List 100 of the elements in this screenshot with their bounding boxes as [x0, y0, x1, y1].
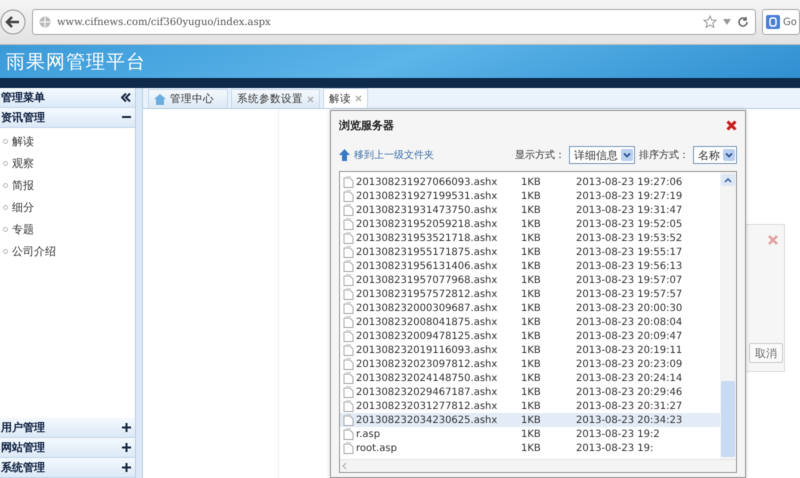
bullet-icon	[3, 182, 8, 188]
section-header[interactable]: 网站管理	[0, 438, 135, 458]
file-row[interactable]: 201308231931473750.ashx 1KB 2013-08-23 19:31:47	[340, 203, 720, 217]
scrollbar-thumb[interactable]	[721, 381, 735, 457]
dropdown-icon[interactable]	[723, 149, 735, 161]
file-date: 2013-08-23 20:29:46	[576, 386, 682, 398]
file-size: 1KB	[521, 386, 542, 398]
file-row[interactable]: 201308231927199531.ashx 1KB 2013-08-23 19:27:19	[340, 189, 720, 203]
tab[interactable]: 解读	[323, 88, 368, 108]
file-size: 1KB	[521, 316, 542, 328]
plus-icon[interactable]	[122, 463, 131, 472]
file-size: 1KB	[521, 190, 542, 202]
file-size: 1KB	[521, 288, 542, 300]
section-header[interactable]: 用户管理	[0, 418, 135, 438]
file-row[interactable]: 201308232019116093.ashx 1KB 2013-08-23 20:19:11	[340, 343, 720, 357]
search-field[interactable]: Go	[762, 9, 800, 35]
file-name: 201308231927199531.ashx	[356, 190, 498, 202]
file-icon	[343, 246, 354, 258]
file-row[interactable]: 201308231927066093.ashx 1KB 2013-08-23 19:27:06	[340, 175, 720, 189]
file-name: 201308232023097812.ashx	[356, 358, 498, 370]
dialog-title: 浏览服务器	[339, 118, 394, 132]
file-row[interactable]: 201308231952059218.ashx 1KB 2013-08-23 19:52:05	[340, 217, 720, 231]
file-size: 1KB	[521, 400, 542, 412]
file-row[interactable]: 201308232034230625.ashx 1KB 2013-08-23 20:34:23	[340, 413, 720, 427]
file-row[interactable]: 201308232023097812.ashx 1KB 2013-08-23 20:23:09	[340, 357, 720, 371]
file-row[interactable]: 201308231957572812.ashx 1KB 2013-08-23 19:57:57	[340, 287, 720, 301]
caret-icon[interactable]	[723, 19, 731, 25]
sort-dropdown[interactable]: 名称	[693, 146, 737, 164]
file-row[interactable]: 201308231953521718.ashx 1KB 2013-08-23 19:53:52	[340, 231, 720, 245]
file-icon	[343, 288, 354, 300]
view-dropdown[interactable]: 详细信息	[569, 146, 635, 164]
view-label: 显示方式：	[515, 148, 565, 162]
file-date: 2013-08-23 19:27:19	[576, 190, 682, 202]
dropdown-icon[interactable]	[621, 149, 633, 161]
back-icon[interactable]	[0, 9, 26, 35]
collapse-icon[interactable]	[121, 93, 131, 102]
file-size: 1KB	[521, 260, 542, 272]
file-date: 2013-08-23 20:24:14	[576, 372, 682, 384]
scroll-up-icon[interactable]	[721, 174, 735, 186]
file-size: 1KB	[521, 330, 542, 342]
file-name: 201308232024148750.ashx	[356, 372, 498, 384]
menu-item[interactable]: 公司介绍	[0, 240, 135, 262]
file-size: 1KB	[521, 372, 542, 384]
refresh-icon[interactable]	[737, 16, 749, 28]
file-row[interactable]: 201308232031277812.ashx 1KB 2013-08-23 20:31:27	[340, 399, 720, 413]
file-row[interactable]: 201308231955171875.ashx 1KB 2013-08-23 19:55:17	[340, 245, 720, 259]
file-icon	[343, 232, 354, 244]
file-date: 2013-08-23 20:23:09	[576, 358, 682, 370]
file-date: 2013-08-23 19:56:13	[576, 260, 682, 272]
menu-item[interactable]: 专题	[0, 218, 135, 240]
file-row[interactable]: 201308232029467187.ashx 1KB 2013-08-23 20:29:46	[340, 385, 720, 399]
menu-item[interactable]: 观察	[0, 152, 135, 174]
file-row[interactable]: 201308231957077968.ashx 1KB 2013-08-23 19:57:07	[340, 273, 720, 287]
tab[interactable]: 管理中心	[148, 89, 228, 108]
file-date: 2013-08-23 19:	[576, 442, 654, 454]
house-icon	[154, 94, 166, 104]
file-row[interactable]: 201308232008041875.ashx 1KB 2013-08-23 20:08:04	[340, 315, 720, 329]
file-row[interactable]: 201308232000309687.ashx 1KB 2013-08-23 20:00:30	[340, 301, 720, 315]
file-size: 1KB	[521, 442, 542, 454]
cancel-button[interactable]: 取消	[749, 343, 783, 363]
close-icon[interactable]	[726, 120, 737, 130]
plus-icon[interactable]	[122, 423, 131, 432]
file-date: 2013-08-23 19:2	[576, 428, 660, 440]
star-icon[interactable]	[703, 15, 717, 29]
file-name: 201308231952059218.ashx	[356, 218, 498, 230]
file-size: 1KB	[521, 358, 542, 370]
menu-item[interactable]: 简报	[0, 174, 135, 196]
tab[interactable]: 系统参数设置	[231, 89, 320, 108]
panel-title: 管理菜单	[1, 90, 45, 105]
section-header[interactable]: 系统管理	[0, 458, 135, 478]
file-icon	[343, 344, 354, 356]
minus-icon[interactable]	[122, 116, 131, 119]
globe-icon	[39, 16, 51, 28]
file-icon	[343, 204, 354, 216]
section-header[interactable]: 资讯管理	[0, 108, 135, 128]
file-name: 201308232008041875.ashx	[356, 316, 498, 328]
address-bar[interactable]: www.cifnews.com/cif360yuguo/index.aspx	[32, 9, 756, 35]
file-row[interactable]: r.asp 1KB 2013-08-23 19:2	[340, 427, 720, 441]
file-row[interactable]: 201308231956131406.ashx 1KB 2013-08-23 19:56:13	[340, 259, 720, 273]
file-name: 201308232009478125.ashx	[356, 330, 498, 342]
file-row[interactable]: 201308232009478125.ashx 1KB 2013-08-23 20:09:47	[340, 329, 720, 343]
file-size: 1KB	[521, 218, 542, 230]
menu-item[interactable]: 解读	[0, 130, 135, 152]
bullet-icon	[3, 248, 8, 254]
parent-folder-link[interactable]: 移到上一级文件夹	[339, 148, 434, 162]
file-icon	[343, 428, 354, 440]
file-size: 1KB	[521, 232, 542, 244]
file-name: root.asp	[356, 442, 397, 454]
file-name: 201308232029467187.ashx	[356, 386, 498, 398]
plus-icon[interactable]	[122, 443, 131, 452]
file-row[interactable]: root.asp 1KB 2013-08-23 19:	[340, 441, 720, 455]
menu-item[interactable]: 细分	[0, 196, 135, 218]
file-name: 201308232019116093.ashx	[356, 344, 498, 356]
file-size: 1KB	[521, 302, 542, 314]
file-size: 1KB	[521, 428, 542, 440]
file-name: 201308232034230625.ashx	[356, 414, 498, 426]
file-name: 201308232031277812.ashx	[356, 400, 498, 412]
file-date: 2013-08-23 20:09:47	[576, 330, 682, 342]
file-row[interactable]: 201308232024148750.ashx 1KB 2013-08-23 20:24:14	[340, 371, 720, 385]
file-date: 2013-08-23 19:31:47	[576, 204, 682, 216]
